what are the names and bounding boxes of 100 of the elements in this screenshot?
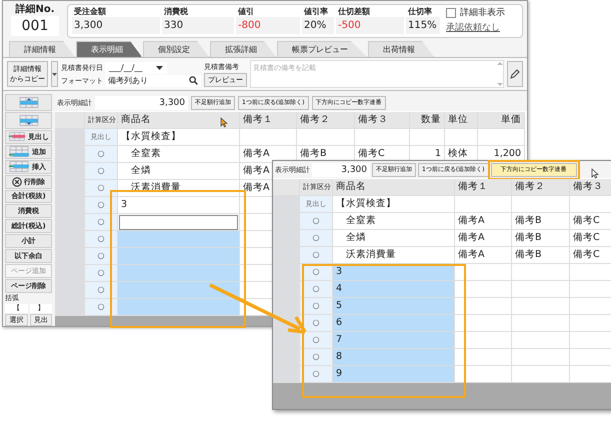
table-cell: ○	[85, 163, 118, 180]
column-header[interactable]: 備考３	[570, 179, 611, 196]
table-cell	[455, 315, 512, 332]
table-cell: 全窒素	[118, 146, 240, 163]
tab[interactable]: 表示明細	[76, 41, 142, 57]
table-cell: 全窒素	[333, 213, 455, 230]
header-cell	[273, 179, 300, 196]
table-cell	[512, 349, 570, 366]
table-cell: ○	[85, 180, 118, 197]
table-cell	[455, 281, 512, 298]
caret-icon	[156, 66, 164, 70]
column-header[interactable]: 単価	[478, 112, 525, 129]
summary-label: 値引率	[302, 6, 329, 17]
table-cell	[512, 298, 570, 315]
summary-value: 330	[162, 17, 234, 34]
table-cell: ○	[300, 332, 333, 349]
table-cell: 備考A	[455, 213, 512, 230]
table-cell	[455, 298, 512, 315]
sidebar-button[interactable]	[5, 112, 52, 129]
checkbox-label: 詳細非表示	[460, 6, 505, 19]
table-cell: ○	[300, 230, 333, 247]
summary-value: 20%	[302, 17, 334, 34]
scrollbar-icon	[497, 61, 503, 87]
table-cell: 備考A	[455, 247, 512, 264]
dropdown-button[interactable]	[51, 61, 58, 87]
grid-row-icon	[18, 96, 40, 108]
table-cell	[512, 196, 570, 213]
table-cell: 全燐	[118, 163, 240, 180]
table-cell: 備考C	[570, 230, 611, 247]
search-icon	[189, 76, 198, 85]
tab[interactable]: 個別設定	[143, 41, 209, 57]
table-cell	[455, 332, 512, 349]
approval-link[interactable]: 承認依頼なし	[446, 21, 505, 34]
pencil-icon	[510, 69, 520, 79]
tab[interactable]: 詳細情報	[9, 41, 75, 57]
detail-no-label: 詳細No.	[15, 4, 55, 16]
row-header-cell[interactable]	[55, 129, 85, 146]
row-header-cell[interactable]	[55, 299, 85, 316]
detail-no-value: 001	[11, 16, 59, 36]
column-header[interactable]: 備考１	[240, 112, 297, 129]
tab[interactable]: 出荷情報	[368, 41, 434, 57]
column-header[interactable]: 商品名	[333, 179, 455, 196]
table-cell: ○	[85, 282, 118, 299]
row-header-cell[interactable]	[273, 366, 300, 383]
table-cell	[512, 264, 570, 281]
tab[interactable]: 拡張詳細	[210, 41, 276, 57]
table-cell	[478, 129, 525, 146]
table-cell: ○	[300, 281, 333, 298]
table-cell: 備考B	[512, 213, 570, 230]
edit-button[interactable]	[507, 61, 523, 87]
row-header-cell[interactable]	[273, 298, 300, 315]
table-cell: 4	[333, 281, 455, 298]
checkbox[interactable]	[446, 8, 456, 18]
column-header[interactable]: 備考１	[455, 179, 512, 196]
table-cell: ○	[85, 248, 118, 265]
date-field[interactable]: ___/__/__	[105, 62, 168, 74]
column-header[interactable]: 備考３	[355, 112, 410, 129]
column-header[interactable]: 単位	[445, 112, 478, 129]
delete-icon	[12, 176, 22, 187]
row-header-cell[interactable]	[273, 196, 300, 213]
table-cell: 【水質検査】	[333, 196, 455, 213]
table-cell: 9	[333, 366, 455, 383]
table-cell: ○	[300, 349, 333, 366]
summary-value: 115%	[406, 17, 440, 34]
table-cell	[445, 129, 478, 146]
table-cell: 【水質検査】	[118, 129, 240, 146]
grid-row-icon	[18, 114, 40, 126]
format-field[interactable]: 備考列あり	[105, 74, 201, 86]
grid-row-icon	[8, 161, 30, 172]
column-header[interactable]: 数量	[410, 112, 445, 129]
table-cell: 全燐	[333, 230, 455, 247]
sidebar-button[interactable]	[5, 94, 52, 111]
table-cell: ○	[300, 213, 333, 230]
summary-value: -800	[236, 17, 300, 34]
total-field: 3,300	[312, 162, 370, 176]
table-cell	[512, 281, 570, 298]
table-cell: ○	[300, 298, 333, 315]
summary-label: 値引	[236, 6, 255, 17]
table-cell: ○	[85, 231, 118, 248]
column-header[interactable]: 備考２	[297, 112, 355, 129]
table-cell: 7	[333, 332, 455, 349]
table-cell: ○	[85, 146, 118, 163]
tab[interactable]: 帳票プレビュー	[277, 41, 367, 57]
caret-icon	[52, 72, 57, 76]
column-header[interactable]: 備考２	[512, 179, 570, 196]
summary-label: 仕切差額	[336, 6, 371, 17]
grid-row-icon	[8, 131, 26, 142]
table-cell	[512, 332, 570, 349]
table-cell: 備考C	[570, 213, 611, 230]
table-cell: 備考C	[570, 247, 611, 264]
summary-value: 3,300	[72, 17, 160, 34]
table-cell: ○	[85, 214, 118, 231]
table-cell	[512, 315, 570, 332]
grid-row-icon	[8, 146, 30, 158]
summary-label: 受注金額	[73, 6, 107, 17]
table-cell	[297, 129, 355, 146]
column-header[interactable]: 商品名	[118, 112, 240, 129]
table-cell: 5	[333, 298, 455, 315]
table-cell	[455, 196, 512, 213]
table-cell	[455, 264, 512, 281]
